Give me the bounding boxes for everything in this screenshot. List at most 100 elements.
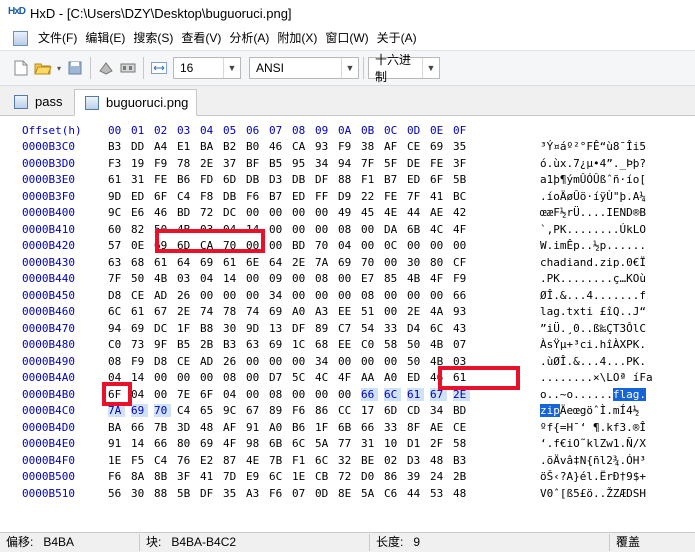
- hex-byte[interactable]: 04: [200, 272, 217, 285]
- hex-byte[interactable]: 34: [430, 404, 447, 417]
- hex-byte[interactable]: C0: [108, 338, 125, 351]
- ascii-text[interactable]: a1þ¶ýmÛÓÛßˆñ·ío[: [540, 173, 646, 186]
- hex-byte[interactable]: F5: [131, 454, 148, 467]
- hex-byte[interactable]: C4: [177, 404, 194, 417]
- hex-byte[interactable]: B3: [223, 338, 240, 351]
- hex-byte[interactable]: 43: [453, 322, 470, 335]
- ascii-text[interactable]: ó.ùx.7¿µ•4”._Þþ?: [540, 157, 646, 170]
- hex-byte[interactable]: 7B: [154, 421, 171, 434]
- hex-byte[interactable]: 7B: [269, 454, 286, 467]
- hex-byte[interactable]: 6D: [223, 173, 240, 186]
- hex-byte[interactable]: 54: [361, 322, 378, 335]
- hex-byte[interactable]: 8A: [131, 470, 148, 483]
- hex-byte[interactable]: FF: [315, 190, 332, 203]
- hex-byte[interactable]: 94: [108, 322, 125, 335]
- hex-byte[interactable]: 56: [108, 487, 125, 500]
- hex-byte[interactable]: B6: [177, 173, 194, 186]
- hex-byte[interactable]: 91: [246, 421, 263, 434]
- hex-byte[interactable]: 70: [315, 239, 332, 252]
- menu-about[interactable]: 关于(A): [373, 28, 421, 48]
- hex-byte[interactable]: 64: [269, 256, 286, 269]
- hex-byte[interactable]: 65: [200, 404, 217, 417]
- hex-byte[interactable]: AA: [361, 371, 378, 384]
- hex-byte[interactable]: DB: [223, 190, 240, 203]
- hex-byte[interactable]: F6: [269, 487, 286, 500]
- ascii-text[interactable]: chadiand.zip.0€Ï: [540, 256, 646, 269]
- hex-byte[interactable]: 42: [453, 206, 470, 219]
- hex-byte[interactable]: 09: [269, 272, 286, 285]
- hex-byte[interactable]: 74: [200, 305, 217, 318]
- hex-byte[interactable]: 6F: [200, 388, 217, 401]
- hex-byte[interactable]: F9: [338, 140, 355, 153]
- hex-byte[interactable]: 1F: [315, 421, 332, 434]
- hex-byte[interactable]: 6D: [384, 404, 401, 417]
- hex-byte[interactable]: 7A: [315, 256, 332, 269]
- hex-byte[interactable]: 61: [131, 305, 148, 318]
- hex-byte[interactable]: CE: [131, 289, 148, 302]
- hex-byte[interactable]: B7: [269, 190, 286, 203]
- hex-byte[interactable]: 00: [338, 388, 355, 401]
- hex-byte[interactable]: 7D: [223, 470, 240, 483]
- hex-byte[interactable]: 00: [292, 206, 309, 219]
- hex-byte[interactable]: 8B: [154, 470, 171, 483]
- hex-byte[interactable]: 24: [430, 470, 447, 483]
- hex-byte[interactable]: 38: [361, 140, 378, 153]
- hex-byte[interactable]: F1: [361, 173, 378, 186]
- hex-byte[interactable]: DA: [384, 223, 401, 236]
- hex-byte[interactable]: 72: [338, 470, 355, 483]
- hex-byte[interactable]: B3: [453, 454, 470, 467]
- ascii-text[interactable]: o..~o......flag.: [540, 387, 646, 401]
- menu-search[interactable]: 搜索(S): [129, 28, 177, 48]
- hex-byte[interactable]: 86: [315, 404, 332, 417]
- hex-byte[interactable]: 66: [131, 421, 148, 434]
- hex-byte[interactable]: B5: [269, 157, 286, 170]
- hex-byte[interactable]: 10: [384, 437, 401, 450]
- hex-byte[interactable]: 51: [361, 305, 378, 318]
- app-menu-icon[interactable]: [13, 30, 28, 46]
- hex-byte[interactable]: D8: [108, 289, 125, 302]
- hex-byte[interactable]: 07: [453, 338, 470, 351]
- hex-byte[interactable]: 48: [200, 421, 217, 434]
- hex-byte[interactable]: CE: [407, 140, 424, 153]
- hex-byte[interactable]: ED: [131, 190, 148, 203]
- hex-byte[interactable]: 4E: [384, 206, 401, 219]
- ascii-text[interactable]: V0ˆ[ß5£ö..ŽZÆDSH: [540, 487, 646, 500]
- hex-byte[interactable]: 08: [361, 289, 378, 302]
- ascii-text[interactable]: ”iÜ.¸0..ß‰ÇT3ÔlC: [540, 322, 646, 335]
- hex-byte[interactable]: EE: [338, 305, 355, 318]
- hex-byte[interactable]: 0E: [131, 239, 148, 252]
- hex-byte[interactable]: 98: [246, 437, 263, 450]
- hex-byte[interactable]: 14: [131, 437, 148, 450]
- hex-byte[interactable]: 08: [269, 388, 286, 401]
- hex-byte[interactable]: 00: [292, 355, 309, 368]
- hex-byte[interactable]: BD: [177, 206, 194, 219]
- hex-byte[interactable]: 35: [223, 487, 240, 500]
- hex-byte[interactable]: 78: [223, 305, 240, 318]
- hex-byte[interactable]: 66: [154, 437, 171, 450]
- bytes-per-row-select[interactable]: 16 ▼: [173, 57, 241, 79]
- hex-byte[interactable]: 94: [338, 157, 355, 170]
- hex-byte[interactable]: 44: [407, 206, 424, 219]
- hex-byte[interactable]: E2: [200, 454, 217, 467]
- hex-byte[interactable]: 6F: [154, 190, 171, 203]
- hex-byte[interactable]: 14: [223, 272, 240, 285]
- hex-byte[interactable]: 00: [430, 289, 447, 302]
- hex-byte[interactable]: 0C: [384, 239, 401, 252]
- hex-byte[interactable]: B7: [384, 173, 401, 186]
- hex-byte[interactable]: 00: [246, 355, 263, 368]
- hex-byte[interactable]: 30: [131, 487, 148, 500]
- hex-byte[interactable]: 00: [361, 223, 378, 236]
- hex-byte[interactable]: A0: [292, 305, 309, 318]
- hex-byte[interactable]: 4F: [453, 223, 470, 236]
- hex-byte[interactable]: 4A: [430, 305, 447, 318]
- menu-analysis[interactable]: 分析(A): [225, 28, 273, 48]
- hex-byte[interactable]: 4E: [246, 454, 263, 467]
- hex-byte[interactable]: 6B: [407, 223, 424, 236]
- hex-byte[interactable]: F9: [154, 157, 171, 170]
- hex-byte[interactable]: 30: [407, 256, 424, 269]
- hex-byte[interactable]: 00: [200, 289, 217, 302]
- hex-byte[interactable]: 00: [453, 239, 470, 252]
- hex-byte[interactable]: 64: [177, 256, 194, 269]
- hex-byte[interactable]: 69: [269, 305, 286, 318]
- hex-byte[interactable]: 88: [154, 487, 171, 500]
